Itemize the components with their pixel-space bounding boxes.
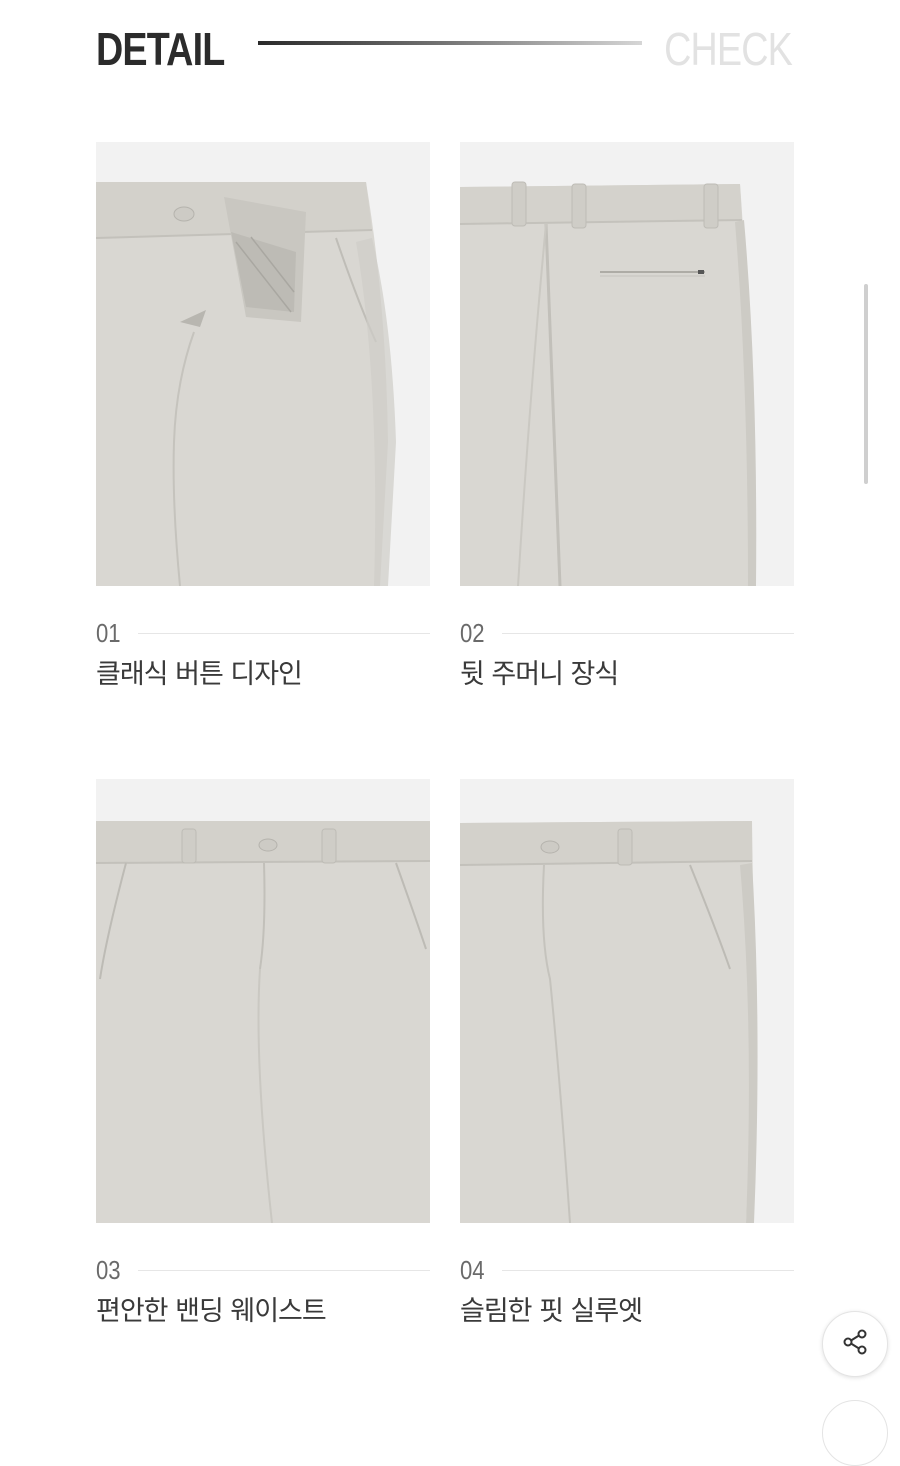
detail-number: 03 (96, 1255, 121, 1285)
detail-label: 클래식 버튼 디자인 (96, 659, 303, 690)
detail-card-01: 01 클래식 버튼 디자인 (96, 142, 430, 690)
detail-rule (138, 1270, 430, 1271)
share-icon (840, 1327, 870, 1361)
detail-card-02: 02 뒷 주머니 장식 (460, 142, 794, 690)
detail-meta: 02 뒷 주머니 장식 (460, 618, 794, 690)
detail-image-silhouette (460, 779, 794, 1223)
detail-meta: 03 편안한 밴딩 웨이스트 (96, 1255, 430, 1327)
scrollbar[interactable] (864, 284, 868, 484)
detail-rule (138, 633, 430, 634)
detail-card-04: 04 슬림한 핏 실루엣 (460, 779, 794, 1327)
detail-number: 02 (460, 618, 485, 648)
detail-label: 뒷 주머니 장식 (460, 659, 619, 690)
detail-rule (502, 633, 794, 634)
detail-number: 01 (96, 618, 121, 648)
detail-meta: 04 슬림한 핏 실루엣 (460, 1255, 794, 1327)
detail-rule (502, 1270, 794, 1271)
detail-image-front-fly (96, 142, 430, 586)
detail-card-03: 03 편안한 밴딩 웨이스트 (96, 779, 430, 1327)
detail-meta: 01 클래식 버튼 디자인 (96, 618, 430, 690)
page-title: DETAIL (96, 23, 225, 75)
detail-label: 슬림한 핏 실루엣 (460, 1296, 643, 1327)
detail-header: DETAIL CHECK (96, 18, 796, 78)
title-divider-line (258, 41, 642, 45)
detail-label: 편안한 밴딩 웨이스트 (96, 1296, 327, 1327)
page-subtitle: CHECK (664, 23, 793, 75)
detail-image-front-waist (96, 779, 430, 1223)
detail-number: 04 (460, 1255, 485, 1285)
floating-button[interactable] (822, 1400, 888, 1466)
detail-image-back-pocket (460, 142, 794, 586)
share-button[interactable] (822, 1311, 888, 1377)
